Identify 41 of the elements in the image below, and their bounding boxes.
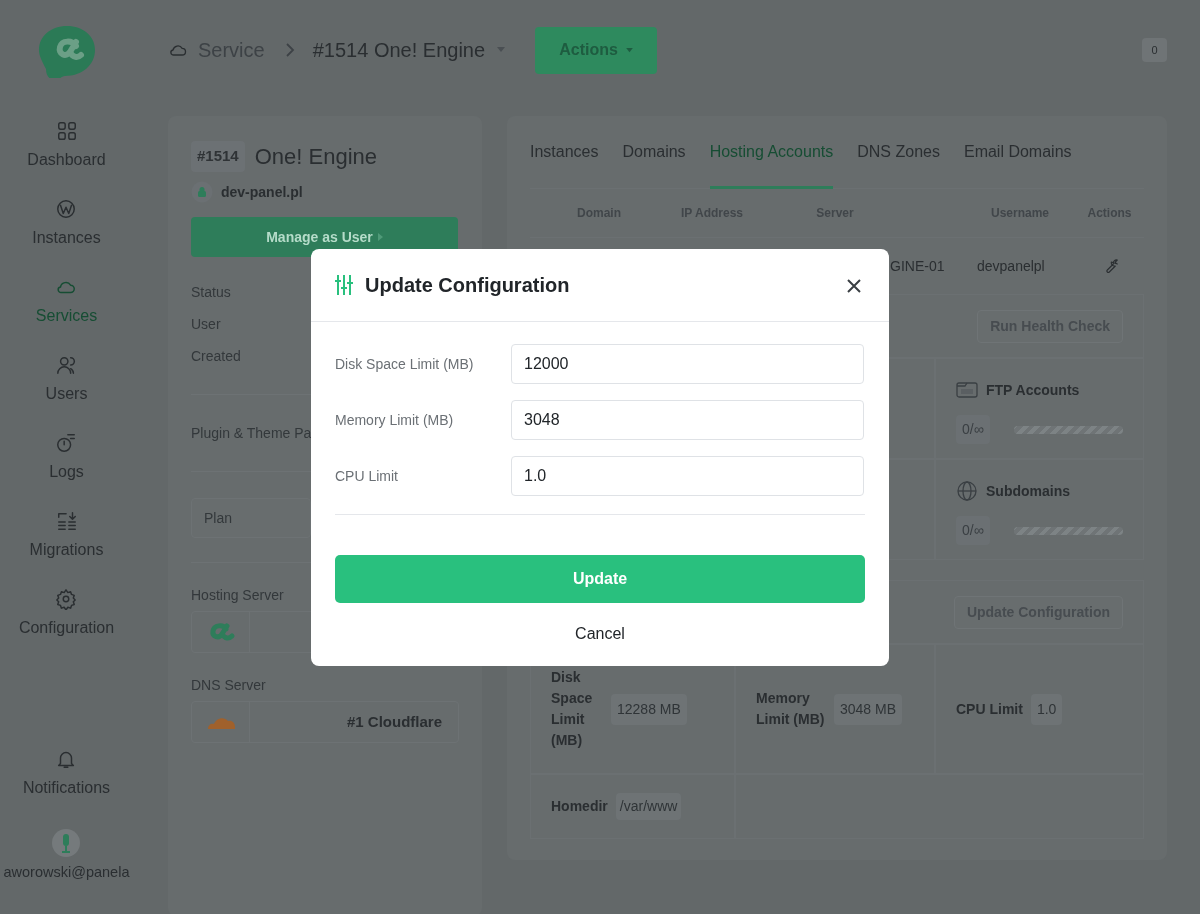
limit-value: 1.0 [1030,693,1063,725]
dns-server-name: #1 Cloudflare [346,711,442,732]
limit-value: /var/www [615,793,682,820]
tab[interactable]: Hosting Accounts [709,116,834,189]
field-label: CPU Limit [335,466,399,486]
cancel-button[interactable]: Cancel [569,621,631,647]
field-label: Memory Limit (MB) [335,410,455,430]
sidebar-item[interactable]: Configuration [18,588,115,666]
sidebar-item[interactable]: Services [35,276,98,354]
limit-label: Disk Space Limit (MB) [551,668,594,750]
tab[interactable]: Domains [622,116,686,189]
notification-count: 0 [1142,38,1167,62]
input-field[interactable]: 3048 [511,400,864,440]
sidebar-item[interactable]: Users [45,354,88,432]
limit-label: Memory Limit (MB) [756,689,826,729]
domain-link[interactable]: dev-panel.pl [221,181,303,203]
stat-title: Subdomains [986,481,1070,501]
user-email[interactable]: aworowski@panela [3,862,130,884]
limit-value: 3048 MB [834,693,903,725]
tab[interactable]: DNS Zones [857,116,940,189]
update-button[interactable]: Update [335,555,865,603]
input-field[interactable]: 1.0 [511,456,864,496]
table-cell: devpanelpl [977,258,1045,274]
stat-title: FTP Accounts [986,380,1080,400]
tab[interactable]: Email Domains [963,116,1072,189]
service-id-badge: #1514 [191,141,245,172]
notifications-item[interactable]: Notifications [22,748,111,801]
limit-label: Homedir [551,797,608,816]
breadcrumb-current: #1514 One! Engine [312,38,486,63]
limit-label: CPU Limit [956,699,1023,719]
tab[interactable]: Instances [530,116,599,189]
sidebar-item[interactable]: Dashboard [27,120,106,198]
limit-value: 12288 MB [611,693,687,725]
sidebar-item[interactable]: Migrations [29,510,104,588]
table-cell: GINE-01 [890,258,945,274]
sidebar-item[interactable]: Logs [49,432,84,510]
field-label: Disk Space Limit (MB) [335,354,475,374]
modal-title: Update Configuration [365,273,570,298]
input-field[interactable]: 12000 [511,344,864,384]
service-title: One! Engine [254,143,378,171]
sidebar-item[interactable]: Instances [32,198,101,276]
